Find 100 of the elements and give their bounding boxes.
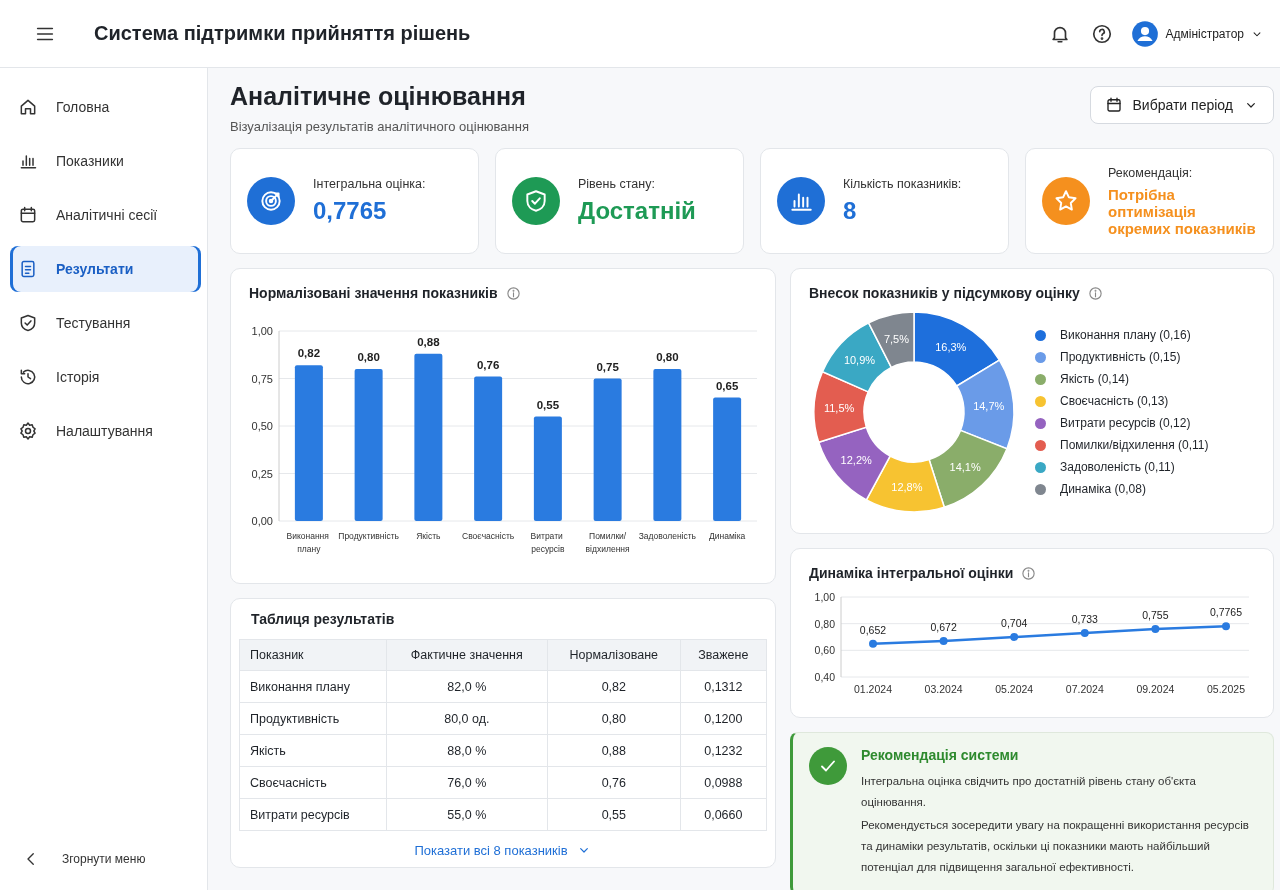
axis-category-label: 03.2024 <box>924 683 963 695</box>
stat-label: Рівень стану: <box>578 177 656 191</box>
point-value-label: 0,7765 <box>1209 606 1243 619</box>
slice-value-label: 16,3% <box>935 340 967 353</box>
column-header: Показник <box>239 639 387 671</box>
point-value-label: 0,704 <box>1001 617 1028 629</box>
shield-check-icon <box>523 188 549 214</box>
stat-label: Рекомендація: <box>1108 165 1194 180</box>
stat-value: Достатній <box>578 197 696 225</box>
axis-category-label: 07.2024 <box>1065 683 1104 695</box>
sidebar-item[interactable]: Аналітичні сесії <box>10 192 201 238</box>
table-cell: 0,1200 <box>680 702 767 735</box>
table-cell: 0,0988 <box>680 766 767 799</box>
axis-category-label: 05.2024 <box>995 683 1034 695</box>
bar-value-label: 0,80 <box>357 351 380 363</box>
table-cell: 0,82 <box>547 670 681 703</box>
recommendation-text: Рекомендується зосередити увагу на покращенні використання ресурсів та динаміки результатів, оскільки ці показники мають найбільший потенціал для підвищення загальної ефективності. <box>861 818 1250 875</box>
info-icon <box>505 285 521 301</box>
collapse-menu-button[interactable]: Згорнути меню <box>10 850 201 868</box>
table-cell: 0,88 <box>547 734 681 767</box>
axis-tick-label: 0,40 <box>814 671 835 683</box>
sidebar-item[interactable]: Тестування <box>10 300 201 346</box>
sidebar-item[interactable]: Налаштування <box>10 408 201 454</box>
legend-label: Помилки/відхилення (0,11) <box>1060 438 1209 452</box>
table-cell: 0,76 <box>547 766 681 799</box>
table-cell: 0,0660 <box>680 798 767 831</box>
page-title: Аналітичне оцінювання <box>230 82 527 111</box>
axis-tick-label: 1,00 <box>251 325 273 337</box>
axis-tick-label: 0,00 <box>251 515 273 527</box>
legend-label: Продуктивність (0,15) <box>1060 350 1181 364</box>
column-header: Фактичне значення <box>386 639 548 671</box>
slice-value-label: 14,1% <box>949 460 981 473</box>
slice-value-label: 10,9% <box>843 354 876 367</box>
axis-category-label: 09.2024 <box>1136 683 1175 695</box>
axis-tick-label: 0,75 <box>251 372 273 385</box>
axis-category-label: Виконання плану <box>286 531 329 554</box>
sidebar-item[interactable]: Результати <box>10 246 201 292</box>
legend-label: Якість (0,14) <box>1060 372 1129 386</box>
bar-value-label: 0,55 <box>536 398 560 411</box>
slice-value-label: 12,2% <box>840 453 872 466</box>
calendar-icon <box>1104 96 1123 114</box>
avatar-icon <box>1131 19 1160 48</box>
calendar-icon <box>18 205 38 225</box>
recommendation-title: Рекомендація системи <box>861 747 1020 763</box>
sidebar-item[interactable]: Показники <box>10 138 201 184</box>
axis-category-label: Витрати ресурсів <box>530 531 565 554</box>
stat-label: Кількість показників: <box>843 177 962 191</box>
line-point <box>1222 622 1230 631</box>
bar-value-label: 0,88 <box>417 335 440 348</box>
target-icon <box>258 188 284 214</box>
table-cell: 82,0 % <box>386 670 548 703</box>
help-icon <box>1091 22 1114 45</box>
line-point <box>939 637 948 645</box>
stat-label: Інтегральна оцінка: <box>313 177 426 191</box>
table-cell: 88,0 % <box>386 734 548 767</box>
table-cell: 80,0 од. <box>386 702 548 735</box>
slice-value-label: 7,5% <box>883 333 910 346</box>
column-header: Зважене <box>680 639 767 671</box>
shield-check-icon <box>18 313 38 333</box>
bar-value-label: 0,80 <box>656 351 679 363</box>
axis-tick-label: 0,25 <box>251 467 273 480</box>
axis-category-label: 05.2025 <box>1207 683 1245 695</box>
panel-title: Динаміка інтегральної оцінки <box>809 565 1014 581</box>
legend-label: Задоволеність (0,11) <box>1060 460 1175 474</box>
period-button[interactable]: Вибрати період <box>1089 86 1274 124</box>
slice-value-label: 14,7% <box>973 399 1005 412</box>
stat-value: 8 <box>843 197 858 225</box>
table-cell: 0,1232 <box>680 734 767 767</box>
slice-value-label: 11,5% <box>823 402 855 414</box>
table-cell: Продуктивність <box>239 702 387 735</box>
stat-value: 0,7765 <box>313 197 388 225</box>
document-icon <box>18 259 38 279</box>
point-value-label: 0,652 <box>859 623 887 636</box>
axis-tick-label: 0,80 <box>814 617 835 630</box>
axis-category-label: Задоволеність <box>638 531 697 541</box>
line-point <box>1080 629 1089 637</box>
bar-value-label: 0,82 <box>297 347 321 360</box>
panel-title: Нормалізовані значення показників <box>249 285 498 301</box>
legend-label: Своєчасність (0,13) <box>1060 394 1169 408</box>
panel-title: Таблиця результатів <box>251 611 395 627</box>
point-value-label: 0,755 <box>1142 609 1169 621</box>
sidebar-item[interactable]: Головна <box>10 84 201 130</box>
legend-label: Динаміка (0,08) <box>1060 482 1146 496</box>
user-menu[interactable]: Адміністратор <box>1129 17 1266 50</box>
show-all-link[interactable]: Показати всі 8 показників <box>408 841 598 859</box>
sidebar-item[interactable]: Історія <box>10 354 201 400</box>
stat-value: Потрібна оптимізація окремих показників <box>1108 185 1257 237</box>
bar-value-label: 0,76 <box>476 358 500 371</box>
page-subtitle: Візуалізація результатів аналітичного оцінювання <box>230 119 529 134</box>
table-cell: Виконання плану <box>239 670 387 703</box>
table-cell: 76,0 % <box>386 766 548 799</box>
axis-tick-label: 0,50 <box>251 420 273 432</box>
axis-category-label: Своєчасність <box>462 531 515 541</box>
table-cell: Своєчасність <box>239 766 387 799</box>
column-header: Нормалізоване <box>547 639 681 671</box>
point-value-label: 0,672 <box>930 621 957 633</box>
axis-tick-label: 0,60 <box>814 644 835 657</box>
legend-label: Витрати ресурсів (0,12) <box>1060 416 1191 430</box>
history-icon <box>18 367 38 387</box>
axis-tick-label: 1,00 <box>814 591 835 603</box>
